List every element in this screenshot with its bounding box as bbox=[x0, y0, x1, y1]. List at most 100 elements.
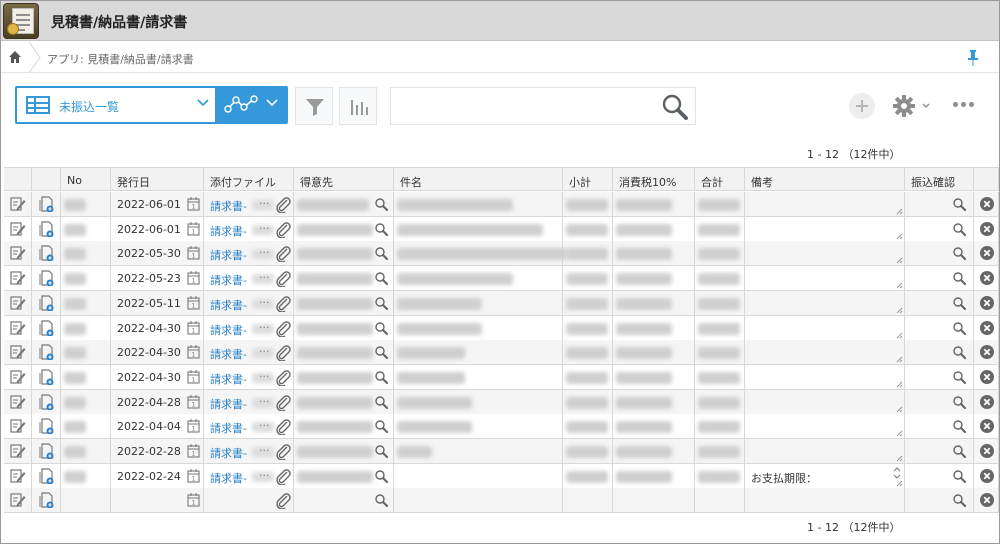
search-icon[interactable] bbox=[953, 371, 967, 385]
resize-handle-icon[interactable] bbox=[896, 430, 903, 437]
pin-icon[interactable] bbox=[967, 50, 979, 66]
search-icon[interactable] bbox=[953, 272, 967, 286]
calendar-icon[interactable]: 1 bbox=[187, 271, 200, 285]
add-detail-icon[interactable] bbox=[39, 492, 55, 509]
graph-view-button[interactable] bbox=[216, 88, 288, 122]
resize-handle-icon[interactable] bbox=[896, 208, 903, 215]
paperclip-icon[interactable] bbox=[275, 369, 291, 386]
settings-button[interactable] bbox=[893, 95, 933, 119]
edit-icon[interactable] bbox=[10, 344, 26, 360]
edit-icon[interactable] bbox=[10, 443, 26, 459]
search-icon[interactable] bbox=[953, 198, 967, 212]
calendar-icon[interactable]: 1 bbox=[187, 221, 200, 236]
add-detail-icon[interactable] bbox=[39, 270, 55, 287]
view-dropdown[interactable]: 未振込一覧 bbox=[17, 88, 215, 122]
add-detail-icon[interactable] bbox=[39, 245, 55, 262]
calendar-icon[interactable]: 1 bbox=[187, 320, 200, 335]
search-icon[interactable] bbox=[375, 420, 389, 434]
delete-icon[interactable] bbox=[980, 444, 994, 458]
resize-handle-icon[interactable] bbox=[896, 406, 903, 413]
attached-file-link[interactable]: 請求書- bbox=[210, 223, 247, 239]
add-record-button[interactable] bbox=[849, 93, 875, 119]
search-icon[interactable] bbox=[375, 469, 389, 484]
attached-file-link[interactable]: 請求書- bbox=[210, 371, 247, 387]
attached-file-link[interactable]: 請求書- bbox=[210, 396, 247, 412]
stepper-icon[interactable] bbox=[893, 466, 901, 480]
paperclip-icon[interactable] bbox=[275, 468, 291, 485]
search-icon[interactable] bbox=[375, 395, 389, 410]
paperclip-icon[interactable] bbox=[275, 270, 291, 288]
delete-icon[interactable] bbox=[980, 493, 994, 508]
edit-icon[interactable] bbox=[10, 418, 26, 434]
edit-icon[interactable] bbox=[10, 394, 26, 410]
add-detail-icon[interactable] bbox=[39, 393, 55, 410]
delete-icon[interactable] bbox=[980, 369, 994, 384]
paperclip-icon[interactable] bbox=[275, 394, 291, 411]
breadcrumb-app-link[interactable]: アプリ: 見積書/納品書/請求書 bbox=[47, 51, 194, 67]
search-icon[interactable] bbox=[375, 272, 389, 286]
delete-icon[interactable] bbox=[980, 394, 994, 409]
search-icon[interactable] bbox=[375, 371, 389, 385]
paperclip-icon[interactable] bbox=[275, 492, 291, 510]
delete-icon[interactable] bbox=[980, 468, 994, 483]
search-icon[interactable] bbox=[375, 198, 389, 212]
attached-file-link[interactable]: 請求書- bbox=[210, 247, 247, 263]
paperclip-icon[interactable] bbox=[275, 295, 291, 312]
edit-icon[interactable] bbox=[10, 221, 26, 237]
calendar-icon[interactable]: 1 bbox=[187, 444, 200, 458]
delete-icon[interactable] bbox=[980, 197, 994, 211]
search-icon[interactable] bbox=[375, 297, 389, 311]
search-icon[interactable] bbox=[953, 445, 967, 459]
home-button[interactable] bbox=[1, 42, 29, 73]
paperclip-icon[interactable] bbox=[275, 443, 291, 460]
edit-icon[interactable] bbox=[10, 320, 26, 336]
add-detail-icon[interactable] bbox=[39, 344, 55, 361]
add-detail-icon[interactable] bbox=[39, 468, 55, 484]
search-icon[interactable] bbox=[953, 321, 967, 336]
search-icon[interactable] bbox=[375, 247, 389, 261]
search-icon[interactable] bbox=[375, 321, 389, 336]
delete-icon[interactable] bbox=[980, 295, 994, 310]
search-input[interactable] bbox=[399, 89, 659, 123]
calendar-icon[interactable]: 1 bbox=[187, 197, 200, 211]
add-detail-icon[interactable] bbox=[39, 221, 55, 237]
attached-file-link[interactable]: 請求書- bbox=[210, 445, 247, 461]
resize-handle-icon[interactable] bbox=[896, 233, 903, 240]
edit-icon[interactable] bbox=[10, 270, 26, 286]
add-detail-icon[interactable] bbox=[39, 418, 55, 435]
resize-handle-icon[interactable] bbox=[896, 332, 903, 339]
edit-icon[interactable] bbox=[10, 492, 26, 508]
delete-icon[interactable] bbox=[980, 221, 994, 236]
paperclip-icon[interactable] bbox=[275, 221, 291, 238]
calendar-icon[interactable]: 1 bbox=[187, 369, 200, 384]
paperclip-icon[interactable] bbox=[275, 418, 291, 436]
edit-icon[interactable] bbox=[10, 468, 26, 484]
add-detail-icon[interactable] bbox=[39, 443, 55, 459]
resize-handle-icon[interactable] bbox=[896, 455, 903, 462]
delete-icon[interactable] bbox=[980, 345, 994, 360]
edit-icon[interactable] bbox=[10, 369, 26, 385]
calendar-icon[interactable]: 1 bbox=[187, 345, 200, 359]
calendar-icon[interactable]: 1 bbox=[187, 246, 200, 260]
search-icon[interactable] bbox=[375, 222, 389, 237]
attached-file-link[interactable]: 請求書- bbox=[210, 346, 247, 362]
calendar-icon[interactable]: 1 bbox=[187, 394, 200, 409]
edit-icon[interactable] bbox=[10, 295, 26, 311]
search-icon[interactable] bbox=[953, 395, 967, 410]
delete-icon[interactable] bbox=[980, 320, 994, 335]
attached-file-link[interactable]: 請求書- bbox=[210, 420, 247, 436]
add-detail-icon[interactable] bbox=[39, 369, 55, 385]
search-icon[interactable] bbox=[375, 346, 389, 360]
paperclip-icon[interactable] bbox=[275, 320, 291, 337]
delete-icon[interactable] bbox=[980, 271, 994, 286]
search-icon[interactable] bbox=[953, 420, 967, 434]
filter-button[interactable] bbox=[295, 87, 333, 125]
resize-handle-icon[interactable] bbox=[896, 307, 903, 314]
calendar-icon[interactable]: 1 bbox=[187, 419, 200, 433]
add-detail-icon[interactable] bbox=[39, 196, 55, 212]
search-icon[interactable] bbox=[953, 346, 967, 360]
search-icon[interactable] bbox=[375, 494, 389, 508]
graph-settings-button[interactable] bbox=[339, 87, 377, 125]
resize-handle-icon[interactable] bbox=[896, 480, 903, 487]
delete-icon[interactable] bbox=[980, 246, 994, 261]
